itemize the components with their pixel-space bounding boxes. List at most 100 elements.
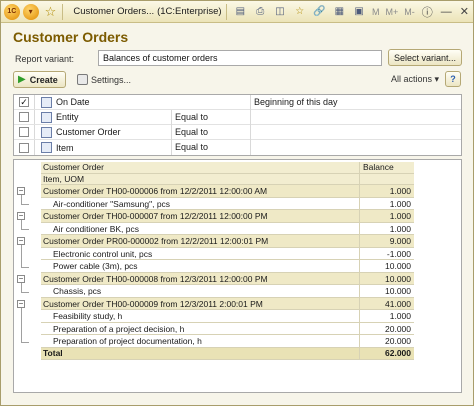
- order-group-row[interactable]: − Customer Order TH00-000006 from 12/2/20…: [14, 185, 461, 198]
- order-group-row[interactable]: − Customer Order TH00-000009 from 12/3/20…: [14, 297, 461, 311]
- order-item-row[interactable]: Power cable (3m), pcs 10.000: [14, 260, 461, 273]
- report-spreadsheet[interactable]: Customer Order Balance Item, UOM − Custom…: [13, 159, 462, 393]
- filter-row[interactable]: ✓ On Date Beginning of this day: [14, 94, 461, 110]
- order-group-row[interactable]: − Customer Order TH00-000007 from 12/2/20…: [14, 210, 461, 223]
- item-name-cell: Chassis, pcs: [41, 285, 360, 298]
- report-header-row: Customer Order Balance: [14, 162, 461, 174]
- main-menu-button[interactable]: ▾: [22, 3, 39, 20]
- select-variant-button[interactable]: Select variant...: [388, 49, 462, 66]
- collapse-toggle-icon[interactable]: −: [17, 187, 25, 196]
- filter-value[interactable]: [250, 109, 254, 125]
- order-item-row[interactable]: Feasibility study, h 1.000: [14, 310, 461, 323]
- create-button[interactable]: ▶ Create: [13, 71, 66, 88]
- filter-condition[interactable]: Equal to: [171, 140, 208, 155]
- item-name-cell: Power cable (3m), pcs: [41, 260, 360, 273]
- filter-name: Item: [56, 142, 74, 153]
- tree-gutter: [14, 310, 41, 323]
- main-window: 1C ▾ ☆ Customer Orders... (1C:Enterprise…: [0, 0, 474, 406]
- preview-icon[interactable]: ◫: [272, 4, 288, 20]
- filter-checkbox[interactable]: [19, 127, 29, 137]
- order-item-row[interactable]: Chassis, pcs 10.000: [14, 285, 461, 298]
- create-button-label: Create: [29, 74, 58, 85]
- filter-checkbox[interactable]: [19, 112, 29, 122]
- all-actions-menu[interactable]: All actions ▾: [391, 74, 439, 85]
- tree-gutter: [14, 322, 41, 336]
- link-icon[interactable]: 🔗: [312, 4, 328, 20]
- tree-line: [21, 322, 22, 336]
- balance-cell: 41.000: [360, 297, 414, 311]
- report-variant-field[interactable]: Balances of customer orders: [98, 50, 382, 66]
- header-balance: Balance: [360, 162, 414, 174]
- calculator-icon[interactable]: ▦: [331, 4, 347, 20]
- header-item-uom: Item, UOM: [41, 173, 360, 186]
- tree-gutter: −: [14, 235, 41, 248]
- order-item-row[interactable]: Preparation of a project decision, h 20.0…: [14, 322, 461, 336]
- order-item-row[interactable]: Air-conditioner "Samsung", pcs 1.000: [14, 197, 461, 211]
- tree-corner: [21, 341, 29, 343]
- field-icon: [41, 111, 52, 123]
- total-row: Total 62.000: [14, 348, 461, 360]
- memory-minus-button[interactable]: M-: [404, 7, 415, 17]
- order-group-row[interactable]: − Customer Order TH00-000008 from 12/3/20…: [14, 272, 461, 286]
- order-name-cell: Customer Order TH00-000007 from 12/2/201…: [41, 210, 360, 223]
- balance-cell: 1.000: [360, 210, 414, 223]
- filter-name: Customer Order: [56, 127, 121, 137]
- order-item-row[interactable]: Air conditioner BK, pcs 1.000: [14, 222, 461, 236]
- collapse-toggle-icon[interactable]: −: [17, 237, 25, 246]
- calendar-icon[interactable]: ▣: [351, 4, 367, 20]
- tree-corner: [21, 266, 29, 268]
- title-bar: 1C ▾ ☆ Customer Orders... (1C:Enterprise…: [1, 1, 473, 23]
- tree-corner: [21, 204, 29, 206]
- minimize-button[interactable]: —: [441, 6, 452, 18]
- collapse-toggle-icon[interactable]: −: [17, 212, 25, 221]
- order-group-row[interactable]: − Customer Order PR00-000002 from 12/2/20…: [14, 235, 461, 248]
- report-header-row: Item, UOM: [14, 173, 461, 186]
- filter-checkbox[interactable]: [19, 142, 29, 153]
- filter-value[interactable]: Beginning of this day: [250, 94, 338, 110]
- favorites-star-icon[interactable]: ☆: [43, 4, 59, 20]
- memory-button[interactable]: M: [372, 7, 380, 17]
- item-name-cell: Electronic control unit, pcs: [41, 247, 360, 261]
- filter-checkbox[interactable]: ✓: [19, 97, 29, 107]
- info-icon[interactable]: ⓘ: [422, 4, 433, 20]
- order-name-cell: Customer Order PR00-000002 from 12/2/201…: [41, 235, 360, 248]
- memory-plus-button[interactable]: M+: [385, 7, 398, 17]
- filter-condition[interactable]: Equal to: [171, 124, 208, 140]
- help-button[interactable]: ?: [445, 71, 461, 87]
- tree-gutter: [14, 260, 41, 273]
- title-separator: [62, 3, 64, 20]
- balance-cell: 10.000: [360, 272, 414, 286]
- balance-cell: 9.000: [360, 235, 414, 248]
- filter-value[interactable]: [250, 124, 254, 140]
- collapse-toggle-icon[interactable]: −: [17, 274, 25, 283]
- save-icon[interactable]: ▤: [233, 4, 249, 20]
- item-name-cell: Preparation of a project decision, h: [41, 322, 360, 336]
- item-name-cell: Air conditioner BK, pcs: [41, 222, 360, 236]
- filter-value[interactable]: [250, 140, 254, 155]
- header-balance-empty: [360, 173, 414, 186]
- order-item-row[interactable]: Electronic control unit, pcs -1.000: [14, 247, 461, 261]
- calendar-field-icon: [41, 96, 52, 108]
- app-logo-icon[interactable]: 1C: [4, 3, 20, 20]
- balance-cell: 20.000: [360, 335, 414, 348]
- tree-gutter: [14, 285, 41, 298]
- order-name-cell: Customer Order TH00-000009 from 12/3/201…: [41, 297, 360, 311]
- balance-cell: -1.000: [360, 248, 414, 261]
- filter-row[interactable]: Entity Equal to: [14, 109, 461, 125]
- order-item-row[interactable]: Preparation of project documentation, h2…: [14, 335, 461, 348]
- add-to-favorites-icon[interactable]: ☆: [292, 4, 308, 20]
- collapse-toggle-icon[interactable]: −: [17, 299, 25, 308]
- print-icon[interactable]: ⎙: [252, 4, 268, 20]
- balance-cell: 10.000: [360, 285, 414, 298]
- tree-gutter: −: [14, 273, 41, 286]
- window-app-name: (1C:Enterprise): [157, 6, 222, 17]
- item-name-cell: Feasibility study, h: [41, 310, 360, 323]
- close-button[interactable]: ✕: [460, 5, 469, 18]
- filter-condition[interactable]: Equal to: [171, 109, 208, 125]
- balance-cell: 1.000: [360, 198, 414, 211]
- settings-button[interactable]: Settings...: [77, 74, 131, 85]
- tree-gutter: [14, 197, 41, 211]
- filter-row[interactable]: Customer Order Equal to: [14, 124, 461, 140]
- filter-row[interactable]: Item Equal to: [14, 140, 461, 155]
- title-separator: [225, 3, 227, 20]
